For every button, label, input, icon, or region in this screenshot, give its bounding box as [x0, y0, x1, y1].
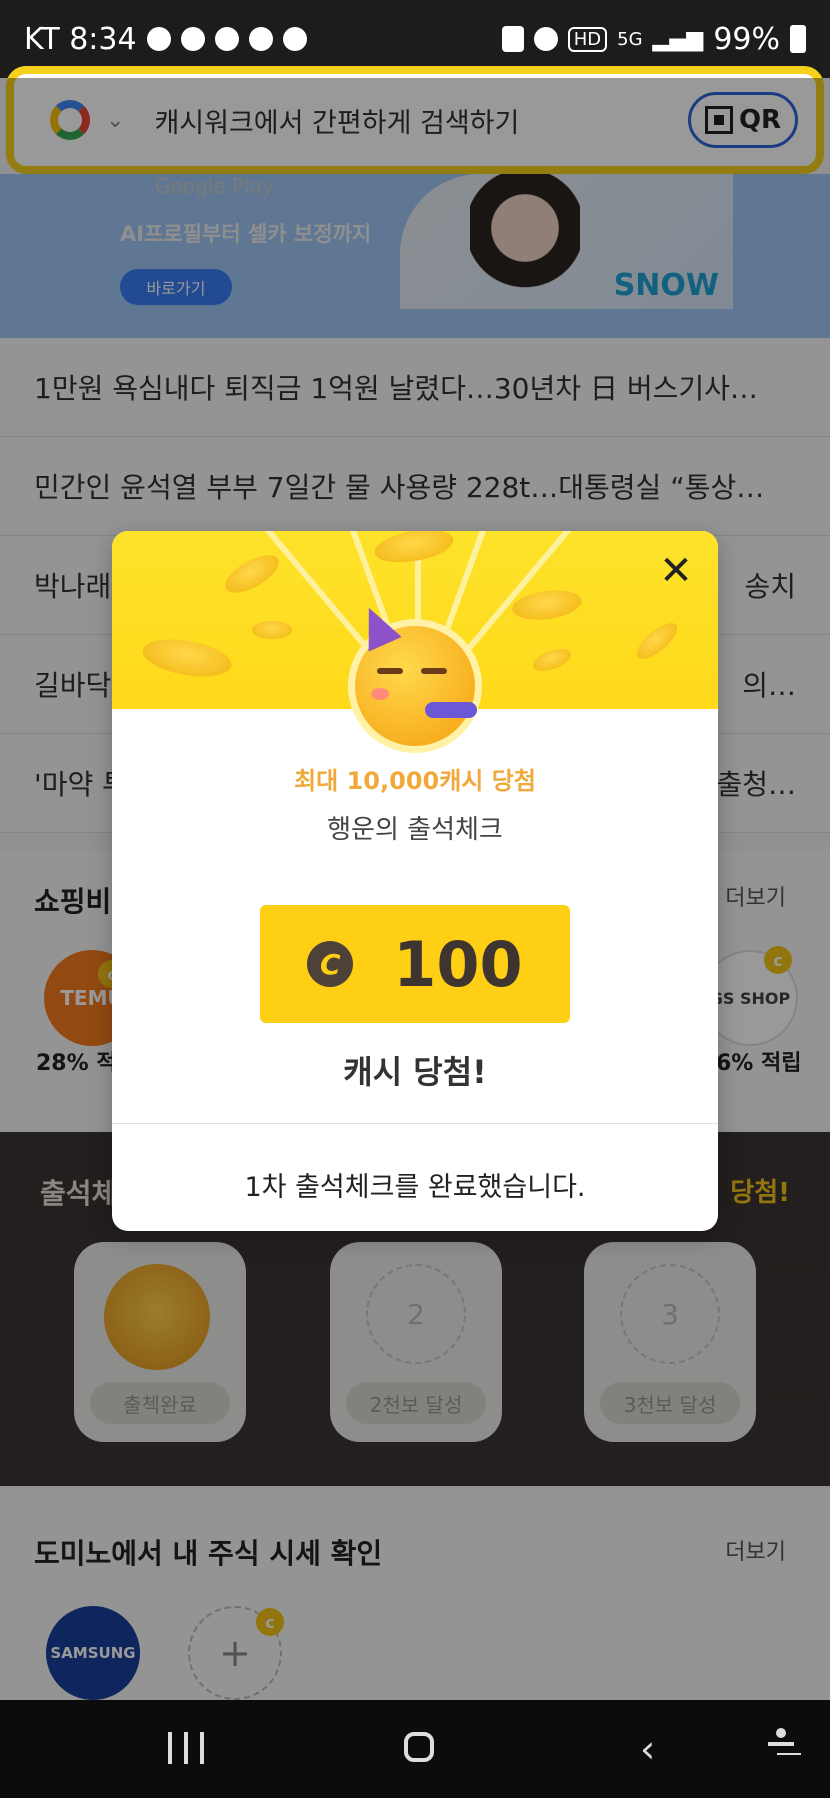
emoji-eye — [377, 668, 403, 674]
coin-graphic — [372, 531, 456, 568]
max-reward-text: 최대 10,000캐시 당첨 — [294, 767, 536, 795]
message-icon — [214, 27, 239, 51]
battery-icon — [790, 25, 806, 53]
system-navigation-bar: ‹ — [0, 1700, 830, 1798]
emoji-eye — [421, 668, 447, 674]
close-button[interactable]: ✕ — [654, 549, 698, 593]
party-horn-icon — [425, 702, 477, 718]
coin-graphic — [631, 617, 683, 665]
coin-graphic — [252, 621, 292, 639]
recent-apps-icon[interactable] — [168, 1732, 204, 1764]
coin-graphic — [139, 633, 235, 683]
dialog-subtitle: 행운의 출석체크 — [327, 815, 503, 845]
coin-graphic — [219, 547, 285, 601]
alarm-clock-icon — [533, 27, 558, 51]
completion-message: 1차 출석체크를 완료했습니다. — [244, 1172, 586, 1203]
carrier-time: KT 8:34 — [24, 21, 137, 57]
notification-icon — [248, 27, 273, 51]
chat-icon — [180, 27, 205, 51]
signal-icon: ▂▄▆ — [652, 26, 704, 52]
network-label: 5G — [617, 28, 643, 50]
reward-amount-box: C 100 — [260, 905, 570, 1023]
home-icon[interactable] — [404, 1732, 434, 1762]
reward-amount: 100 — [393, 927, 523, 1001]
accessibility-icon[interactable] — [766, 1728, 796, 1766]
reward-result-text: 캐시 당첨! — [343, 1053, 487, 1091]
emoji-face — [352, 600, 477, 746]
cash-coin-icon: C — [307, 941, 354, 987]
battery-saver-icon — [501, 26, 524, 52]
attendance-reward-dialog: ✕ 최대 10,000캐시 당첨 행운의 출석체크 C 100 캐시 당첨! 1… — [112, 531, 718, 1231]
party-emoji-icon — [348, 600, 482, 753]
back-icon[interactable]: ‹ — [640, 1730, 655, 1768]
battery-percent: 99% — [713, 21, 780, 57]
coin-graphic — [510, 586, 584, 624]
divider — [112, 1123, 718, 1124]
emoji-cheek — [371, 688, 389, 700]
coin-graphic — [530, 644, 574, 676]
hd-label: HD — [567, 26, 608, 52]
facebook-icon — [146, 27, 171, 51]
alarm-icon — [282, 27, 307, 51]
